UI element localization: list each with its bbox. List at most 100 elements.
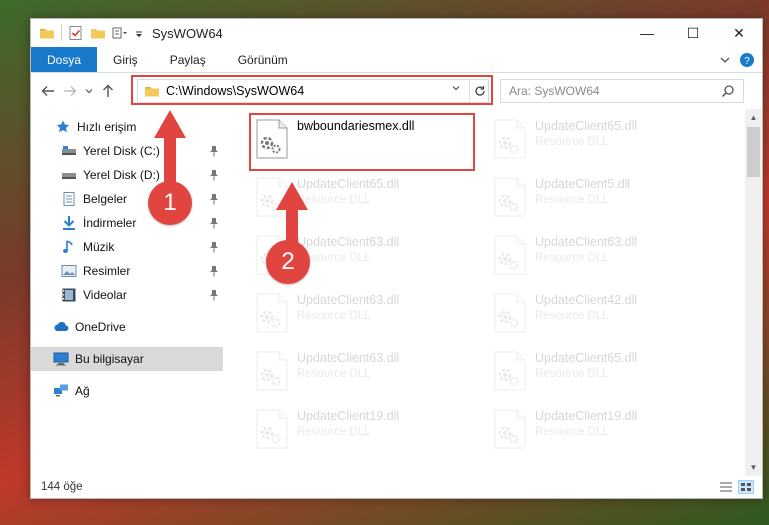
scroll-down-icon[interactable]: ▼ xyxy=(745,459,762,476)
file-item[interactable]: UpdateClient65.dll Resource DLL xyxy=(487,345,707,401)
sidebar-item-label: Yerel Disk (C:) xyxy=(83,144,160,158)
file-name: UpdateClient65.dll xyxy=(297,177,400,191)
title-bar: SysWOW64 — ☐ ✕ xyxy=(31,19,762,47)
navigation-bar: C:\Windows\SysWOW64 Ara: SysWOW64 xyxy=(31,73,762,109)
documents-icon xyxy=(61,191,77,207)
file-type: Resource DLL xyxy=(535,136,609,148)
file-item[interactable]: UpdateClient65.dll Resource DLL xyxy=(487,113,707,169)
file-item[interactable]: UpdateClient65.dll Resource DLL xyxy=(249,171,469,227)
new-folder-icon[interactable] xyxy=(90,25,106,41)
window-title: SysWOW64 xyxy=(152,25,223,41)
file-name: UpdateClient42.dll xyxy=(535,293,638,307)
toolbar-separator xyxy=(61,25,62,41)
forward-button[interactable] xyxy=(59,80,81,102)
sidebar-item-label: Videolar xyxy=(83,288,127,302)
file-item[interactable]: UpdateClient63.dll Resource DLL xyxy=(487,229,707,285)
dll-file-icon xyxy=(255,177,289,217)
search-input[interactable]: Ara: SysWOW64 xyxy=(500,79,744,103)
file-type: Resource DLL xyxy=(535,368,609,380)
maximize-button[interactable]: ☐ xyxy=(670,19,716,47)
sidebar-item-label: Resimler xyxy=(83,264,131,278)
dll-file-icon xyxy=(493,119,527,159)
chevron-down-icon xyxy=(85,89,93,94)
file-item[interactable]: UpdateClient5.dll Resource DLL xyxy=(487,171,707,227)
file-name: UpdateClient63.dll xyxy=(535,235,638,249)
chevron-down-icon[interactable] xyxy=(134,25,144,41)
customize-toolbar-icon[interactable] xyxy=(112,25,128,41)
network-icon xyxy=(53,383,69,399)
file-type: Resource DLL xyxy=(297,252,371,264)
folder-icon xyxy=(39,25,55,41)
sidebar-item-downloads[interactable]: İndirmeler xyxy=(31,211,223,235)
sidebar-item-network[interactable]: Ağ xyxy=(31,379,223,403)
window-controls: — ☐ ✕ xyxy=(624,19,762,47)
vertical-scrollbar[interactable]: ▲ ▼ xyxy=(745,109,762,476)
pin-icon xyxy=(209,217,219,232)
file-name: UpdateClient63.dll xyxy=(297,293,400,307)
sidebar-item-local-disk-c[interactable]: Yerel Disk (C:) xyxy=(31,139,223,163)
dll-file-icon xyxy=(493,177,527,217)
file-list: bwboundariesmex.dll UpdateClient65.dll Res… xyxy=(223,109,762,476)
properties-icon[interactable] xyxy=(68,25,84,41)
sidebar-item-quick-access[interactable]: Hızlı erişim xyxy=(31,115,223,139)
sidebar-item-videos[interactable]: Videolar xyxy=(31,283,223,307)
file-type: Resource DLL xyxy=(535,252,609,264)
dll-file-icon xyxy=(493,351,527,391)
expand-ribbon-icon[interactable] xyxy=(716,51,734,69)
recent-locations-button[interactable] xyxy=(81,80,97,102)
tab-view[interactable]: Görünüm xyxy=(222,47,304,72)
sidebar-item-local-disk-d[interactable]: Yerel Disk (D:) xyxy=(31,163,223,187)
file-item-highlighted[interactable]: bwboundariesmex.dll xyxy=(249,113,469,169)
arrow-right-icon xyxy=(64,86,77,96)
explorer-window: SysWOW64 — ☐ ✕ Dosya Giriş Paylaş Görünü… xyxy=(30,18,763,499)
sidebar-item-this-pc[interactable]: Bu bilgisayar xyxy=(31,347,223,371)
minimize-button[interactable]: — xyxy=(624,19,670,47)
arrow-up-icon xyxy=(103,84,113,97)
ribbon-tabs: Dosya Giriş Paylaş Görünüm ? xyxy=(31,47,762,73)
tab-file[interactable]: Dosya xyxy=(31,47,98,72)
arrow-left-icon xyxy=(41,86,54,96)
dll-file-icon xyxy=(493,235,527,275)
file-type: Resource DLL xyxy=(297,194,371,206)
sidebar-item-onedrive[interactable]: OneDrive xyxy=(31,315,223,339)
sidebar-item-pictures[interactable]: Resimler xyxy=(31,259,223,283)
tab-home[interactable]: Giriş xyxy=(97,47,154,72)
file-item[interactable]: UpdateClient63.dll Resource DLL xyxy=(249,287,469,343)
scrollbar-thumb[interactable] xyxy=(747,127,760,177)
search-icon xyxy=(721,84,735,101)
file-name: UpdateClient19.dll xyxy=(297,409,400,423)
help-icon[interactable]: ? xyxy=(738,51,756,69)
address-dropdown-icon[interactable] xyxy=(451,83,461,96)
tab-share[interactable]: Paylaş xyxy=(154,47,222,72)
videos-icon xyxy=(61,287,77,303)
sidebar-item-documents[interactable]: Belgeler xyxy=(31,187,223,211)
dll-file-icon xyxy=(255,409,289,449)
dll-file-icon xyxy=(255,293,289,333)
sidebar-item-music[interactable]: Müzik xyxy=(31,235,223,259)
pin-icon xyxy=(209,265,219,280)
file-name: UpdateClient19.dll xyxy=(535,409,638,423)
address-path: C:\Windows\SysWOW64 xyxy=(166,84,305,98)
details-view-icon[interactable] xyxy=(718,480,734,494)
close-button[interactable]: ✕ xyxy=(716,19,762,47)
sidebar-item-label: Hızlı erişim xyxy=(77,120,137,134)
item-count: 144 öğe xyxy=(41,481,83,493)
tiles-view-icon[interactable] xyxy=(738,480,754,494)
up-button[interactable] xyxy=(97,80,119,102)
pin-icon xyxy=(209,193,219,208)
pin-icon xyxy=(209,289,219,304)
file-name: UpdateClient63.dll xyxy=(297,351,400,365)
pin-icon xyxy=(209,169,219,184)
file-name: bwboundariesmex.dll xyxy=(297,119,415,133)
scroll-up-icon[interactable]: ▲ xyxy=(745,109,762,126)
file-item[interactable]: UpdateClient19.dll Resource DLL xyxy=(487,403,707,459)
file-type: Resource DLL xyxy=(297,426,371,438)
download-icon xyxy=(61,215,77,231)
file-item[interactable]: UpdateClient63.dll Resource DLL xyxy=(249,345,469,401)
file-item[interactable]: UpdateClient42.dll Resource DLL xyxy=(487,287,707,343)
refresh-button[interactable] xyxy=(469,80,489,102)
file-name: UpdateClient63.dll xyxy=(297,235,400,249)
address-bar[interactable]: C:\Windows\SysWOW64 xyxy=(137,79,489,103)
file-item[interactable]: UpdateClient19.dll Resource DLL xyxy=(249,403,469,459)
back-button[interactable] xyxy=(37,80,59,102)
